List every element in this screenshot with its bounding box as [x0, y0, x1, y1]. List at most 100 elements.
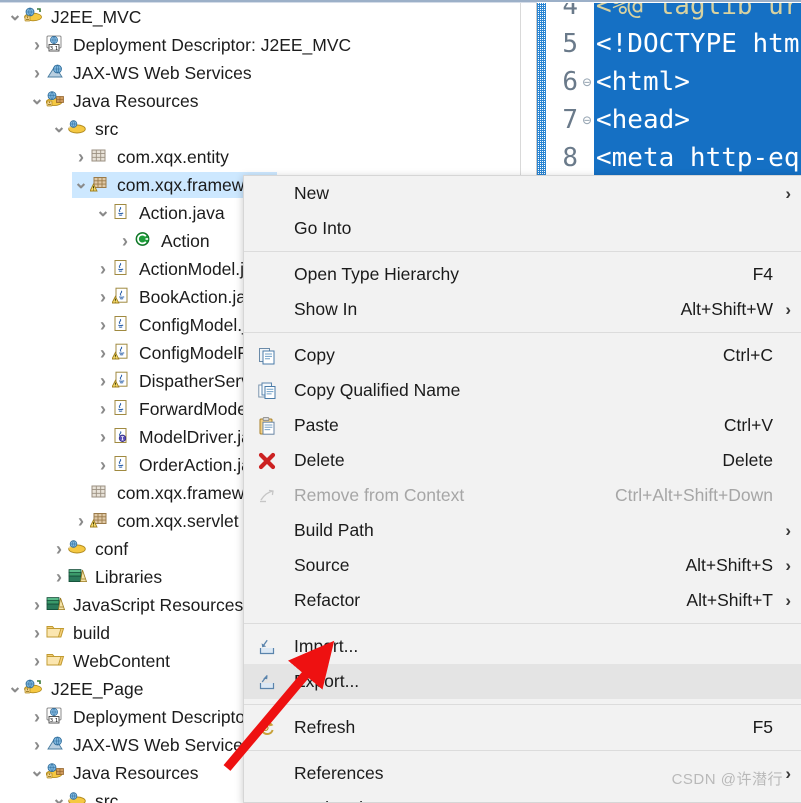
menu-item-copy-qualified-name[interactable]: Copy Qualified Name› — [244, 373, 801, 408]
chevron-right-icon[interactable] — [28, 596, 46, 614]
source-folder-icon — [68, 539, 90, 559]
chevron-right-icon[interactable] — [116, 232, 134, 250]
line-number: 5 — [562, 29, 578, 59]
chevron-right-icon[interactable] — [28, 652, 46, 670]
tree-item-label: Java Resources — [73, 762, 199, 783]
chevron-right-icon[interactable] — [94, 428, 112, 446]
menu-item-label: Remove from Context — [294, 485, 465, 505]
chevron-right-icon[interactable] — [28, 64, 46, 82]
menu-item-declarations[interactable]: Declarations › — [244, 791, 801, 803]
chevron-right-icon[interactable] — [94, 344, 112, 362]
menu-item-new[interactable]: New › — [244, 176, 801, 211]
chevron-right-icon[interactable] — [28, 36, 46, 54]
editor-line[interactable]: 5 <!DOCTYPE htm — [546, 25, 801, 63]
chevron-right-icon[interactable] — [72, 148, 90, 166]
tree-item-label: com.xqx.entity — [117, 146, 229, 167]
editor-line[interactable]: 7 ⊖ <head> — [546, 101, 801, 139]
editor-line[interactable]: 8 <meta http-eq — [546, 139, 801, 177]
menu-separator — [244, 750, 801, 751]
package-icon — [90, 483, 112, 503]
code-text: <%@ taglib ur — [594, 3, 801, 25]
submenu-chevron-icon: › — [773, 799, 791, 803]
chevron-down-icon[interactable] — [94, 205, 112, 222]
chevron-right-icon[interactable] — [94, 372, 112, 390]
tree-item-label: src — [95, 790, 119, 803]
menu-item-copy[interactable]: CopyCtrl+C› — [244, 338, 801, 373]
java-file-icon — [112, 399, 134, 419]
folder-icon — [46, 623, 68, 643]
chevron-down-icon[interactable] — [6, 9, 24, 26]
menu-item-label: New — [294, 183, 330, 203]
chevron-right-icon[interactable] — [50, 540, 68, 558]
fold-toggle-icon[interactable]: ⊖ — [580, 73, 594, 91]
chevron-right-icon[interactable] — [94, 260, 112, 278]
code-text: <!DOCTYPE htm — [594, 25, 801, 63]
fold-toggle-icon[interactable]: ⊖ — [580, 111, 594, 129]
chevron-right-icon[interactable] — [72, 512, 90, 530]
menu-item-export[interactable]: Export...› — [244, 664, 801, 699]
chevron-down-icon[interactable] — [6, 681, 24, 698]
chevron-right-icon[interactable] — [28, 708, 46, 726]
chevron-down-icon[interactable] — [72, 177, 90, 194]
tree-item[interactable]: Java Resources — [0, 87, 521, 115]
line-number: 8 — [562, 143, 578, 173]
menu-item-refactor[interactable]: Refactor Alt+Shift+T › — [244, 583, 801, 618]
chevron-right-icon[interactable] — [94, 400, 112, 418]
line-number: 4 — [562, 3, 578, 21]
tree-item[interactable]: J2EE_MVC — [0, 3, 521, 31]
menu-separator — [244, 704, 801, 705]
package-warning-icon — [90, 175, 112, 195]
menu-separator — [244, 623, 801, 624]
tree-item-label: Action — [161, 230, 210, 251]
source-folder-icon — [68, 119, 90, 139]
chevron-down-icon[interactable] — [50, 121, 68, 138]
tree-item[interactable]: JAX-WS Web Services — [0, 59, 521, 87]
source-folder-icon — [68, 791, 90, 803]
refresh-icon — [252, 717, 282, 739]
web-project-icon — [24, 679, 46, 699]
menu-item-delete[interactable]: DeleteDelete› — [244, 443, 801, 478]
remove-from-context-icon — [252, 485, 282, 507]
line-number: 6 — [562, 67, 578, 97]
menu-item-go-into[interactable]: Go Into› — [244, 211, 801, 246]
java-file-icon — [112, 455, 134, 475]
tree-item-label: JAX-WS Web Services — [73, 734, 252, 755]
tree-item-label: com.xqx.servlet — [117, 510, 239, 531]
menu-separator — [244, 332, 801, 333]
chevron-right-icon[interactable] — [28, 736, 46, 754]
editor-line[interactable]: 4 <%@ taglib ur — [546, 3, 801, 25]
chevron-down-icon[interactable] — [28, 93, 46, 110]
chevron-right-icon[interactable] — [50, 568, 68, 586]
copy-icon — [252, 345, 282, 367]
menu-item-label: Build Path — [294, 520, 374, 540]
menu-item-build-path[interactable]: Build Path › — [244, 513, 801, 548]
svg-text:3.1: 3.1 — [50, 718, 59, 724]
menu-item-source[interactable]: Source Alt+Shift+S › — [244, 548, 801, 583]
tree-item[interactable]: com.xqx.entity — [0, 143, 521, 171]
menu-item-show-in[interactable]: Show In Alt+Shift+W › — [244, 292, 801, 327]
copy-qualified-name-icon — [252, 380, 282, 402]
editor-line[interactable]: 6 ⊖ <html> — [546, 63, 801, 101]
menu-item-paste[interactable]: PasteCtrl+V› — [244, 408, 801, 443]
chevron-right-icon[interactable] — [94, 456, 112, 474]
chevron-right-icon[interactable] — [94, 288, 112, 306]
tree-item-label: JavaScript Resources — [73, 594, 244, 615]
chevron-down-icon[interactable] — [28, 765, 46, 782]
chevron-down-icon[interactable] — [50, 793, 68, 803]
menu-icon-placeholder — [252, 299, 282, 321]
tree-item[interactable]: src — [0, 115, 521, 143]
menu-item-label: Import... — [294, 636, 359, 656]
chevron-right-icon[interactable] — [28, 624, 46, 642]
tree-item[interactable]: 3.1 Deployment Descriptor: J2EE_MVC — [0, 31, 521, 59]
chevron-right-icon[interactable] — [94, 316, 112, 334]
menu-item-shortcut: Ctrl+V — [723, 415, 773, 435]
web-project-icon — [24, 7, 46, 27]
tree-item-label: Java Resources — [73, 90, 199, 111]
eclipse-context-menu[interactable]: New›Go Into›Open Type HierarchyF4›Show I… — [243, 175, 801, 803]
menu-item-label: Refresh — [294, 717, 356, 737]
menu-item-open-type-hierarchy[interactable]: Open Type HierarchyF4› — [244, 257, 801, 292]
tree-item-label: JAX-WS Web Services — [73, 62, 252, 83]
menu-item-import[interactable]: Import...› — [244, 629, 801, 664]
menu-item-refresh[interactable]: RefreshF5› — [244, 710, 801, 745]
code-text: <meta http-eq — [594, 139, 801, 177]
